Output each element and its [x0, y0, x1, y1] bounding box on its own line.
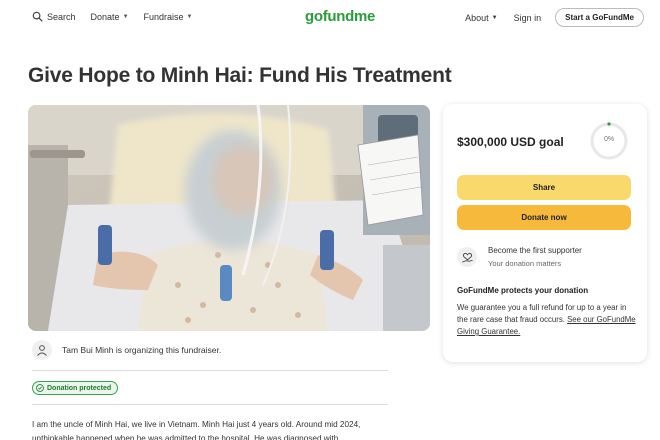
search-button[interactable]: Search: [32, 11, 76, 22]
about-menu[interactable]: About ▼: [465, 13, 497, 23]
supporter-text: Become the first supporter Your donation…: [488, 245, 582, 270]
chevron-down-icon: ▼: [122, 13, 129, 20]
badge-label: Donation protected: [47, 384, 112, 392]
donate-menu-label: Donate: [90, 11, 120, 22]
status-badge[interactable]: Donation protected: [32, 381, 119, 395]
chevron-down-icon: ▼: [186, 13, 193, 20]
about-menu-label: About: [465, 12, 489, 23]
fundraise-menu-label: Fundraise: [143, 11, 184, 22]
nav-left: Search Donate ▼ Fundraise ▼: [32, 11, 208, 22]
user-icon: [37, 345, 47, 356]
goal-amount: $300,000 USD goal: [457, 135, 564, 149]
avatar: [32, 340, 52, 360]
campaign-story: I am the uncle of Minh Hai, we live in V…: [32, 420, 361, 440]
divider: [32, 370, 388, 371]
first-supporter-row: Become the first supporter Your donation…: [457, 245, 582, 270]
fundraise-menu[interactable]: Fundraise ▼: [144, 12, 193, 22]
logo-text: gofundme: [305, 8, 376, 25]
chevron-down-icon: ▼: [491, 14, 498, 21]
search-label: Search: [47, 11, 76, 22]
donate-now-button[interactable]: Donate now: [457, 205, 631, 230]
organizer-row: Tam Bui Minh is organizing this fundrais…: [32, 340, 390, 360]
campaign-hero-image[interactable]: [28, 105, 430, 331]
start-gofundme-button[interactable]: Start a GoFundMe: [555, 8, 644, 27]
shield-check-icon: [36, 384, 44, 392]
supporter-subtitle: Your donation matters: [488, 259, 562, 268]
search-icon: [32, 11, 43, 22]
supporter-icon: [457, 247, 477, 267]
top-nav: Search Donate ▼ Fundraise ▼ gofundme Abo…: [0, 0, 660, 36]
donate-menu[interactable]: Donate ▼: [91, 12, 129, 22]
heart-hand-icon: [461, 252, 473, 263]
supporter-title: Become the first supporter: [488, 246, 582, 255]
hero-photo-illustration: [28, 105, 430, 331]
sign-in-link[interactable]: Sign in: [514, 13, 542, 23]
progress-label: 0%: [603, 136, 615, 143]
gofundme-logo[interactable]: gofundme: [305, 8, 375, 25]
divider: [32, 404, 388, 405]
protection-title: GoFundMe protects your donation: [457, 286, 589, 295]
page-title: Give Hope to Minh Hai: Fund His Treatmen…: [28, 64, 452, 87]
share-button[interactable]: Share: [457, 175, 631, 200]
donation-card: $300,000 USD goal 0% Share Donate now Be…: [443, 104, 647, 362]
progress-ring-marker: [607, 122, 611, 126]
protection-text: We guarantee you a full refund for up to…: [457, 302, 637, 338]
organizer-text: Tam Bui Minh is organizing this fundrais…: [62, 345, 222, 355]
nav-right: About ▼ Sign in Start a GoFundMe: [465, 8, 644, 27]
